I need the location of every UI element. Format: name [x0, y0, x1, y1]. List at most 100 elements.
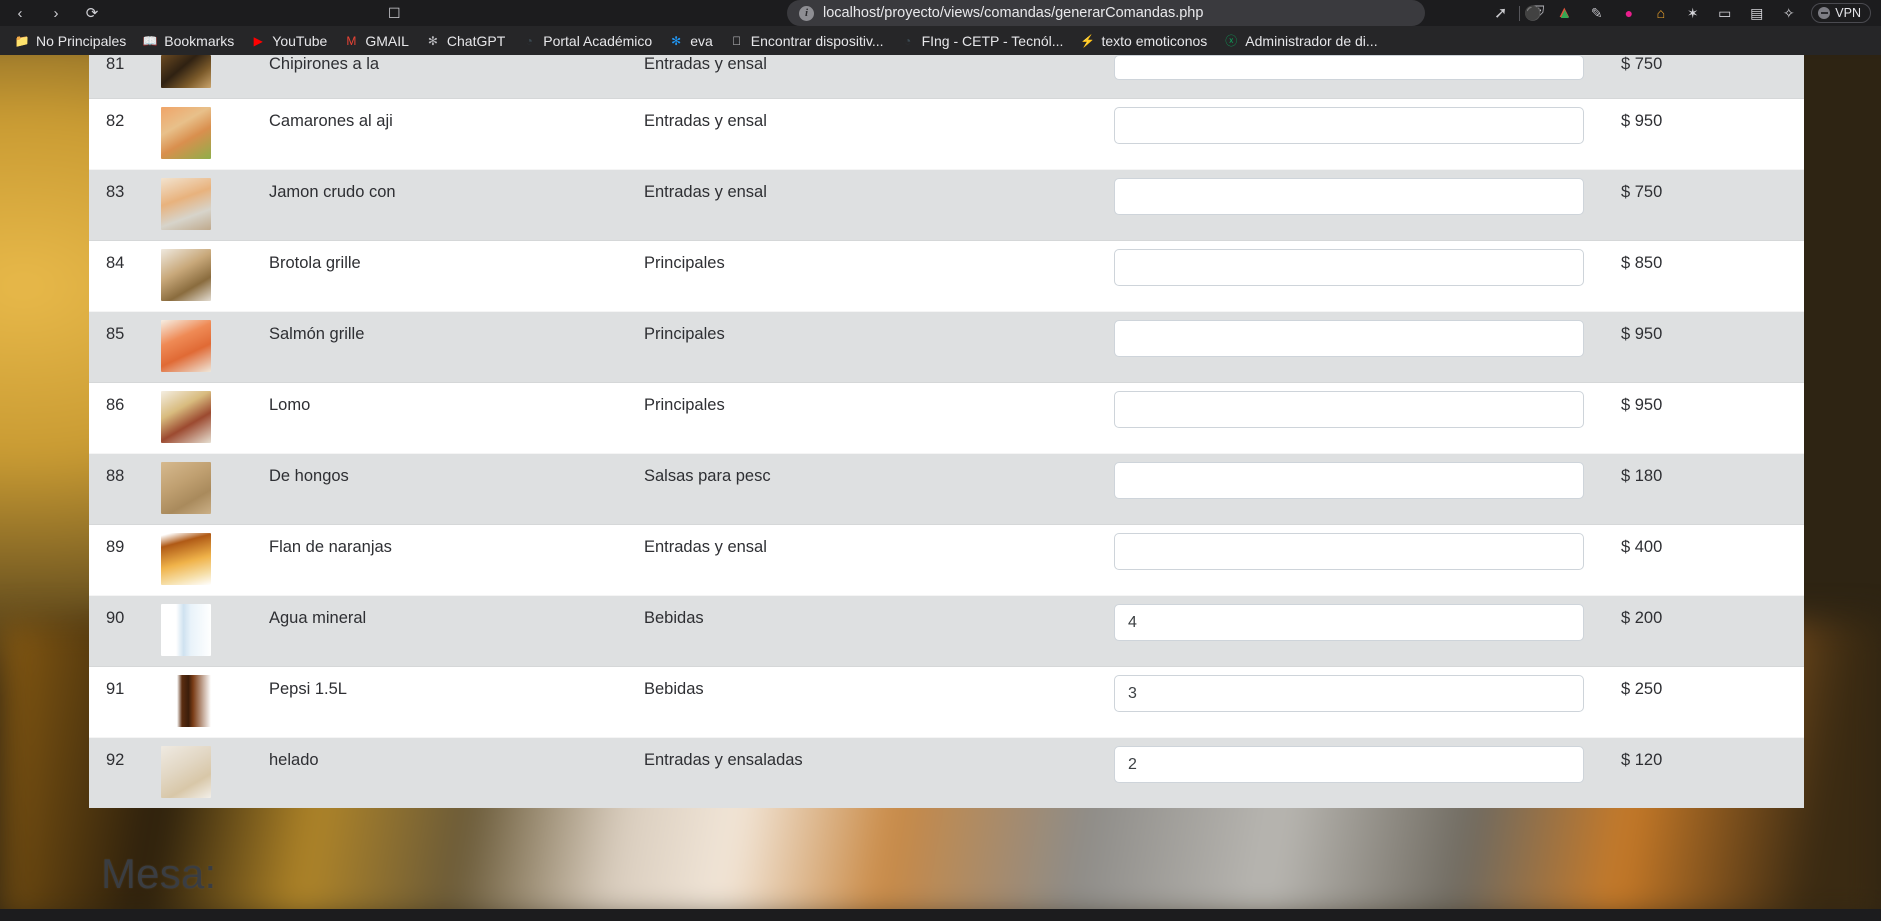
product-name-cell: Flan de naranjas [269, 524, 644, 596]
bookmark-item[interactable]:  Encontrar dispositiv... [723, 29, 894, 52]
product-id-cell: 88 [89, 453, 161, 525]
products-table-container: 81 Chipirones a la Entradas y ensal $ 750 82… [89, 55, 1804, 808]
product-thumbnail [161, 249, 211, 301]
products-table: 81 Chipirones a la Entradas y ensal $ 750 82… [89, 55, 1804, 808]
product-thumbnail [161, 746, 211, 798]
bookmark-favicon-icon: ◔ [525, 33, 533, 48]
bookmark-label: texto emoticonos [1101, 32, 1208, 49]
bookmark-item[interactable]: 📖 Bookmarks [136, 29, 244, 52]
product-image-cell [161, 169, 269, 241]
vpn-button[interactable]: VPN [1811, 3, 1871, 23]
product-thumbnail [161, 675, 211, 727]
product-image-cell [161, 311, 269, 383]
quantity-input[interactable] [1114, 533, 1584, 570]
bookmark-favicon-icon: M [346, 33, 357, 48]
product-category-cell: Entradas y ensal [644, 169, 1114, 241]
product-category-cell: Entradas y ensal [644, 55, 767, 73]
product-thumbnail [161, 533, 211, 585]
bookmark-item[interactable]: ✻ eva [662, 29, 723, 52]
product-name-cell: Chipirones a la [269, 55, 380, 73]
product-category-cell: Salsas para pesc [644, 453, 1114, 525]
adblock-icon[interactable]: ⚫ [1523, 4, 1542, 23]
vpn-status-icon [1818, 7, 1831, 19]
table-row: 81 Chipirones a la Entradas y ensal $ 750 [89, 55, 1804, 99]
product-image-cell [161, 666, 269, 738]
bookmark-icon[interactable]: ☐ [388, 5, 401, 22]
product-category-cell: Entradas y ensal [644, 524, 1114, 596]
bookmark-item[interactable]: M GMAIL [337, 29, 419, 52]
bookmark-item[interactable]: ⓧ Administrador de di... [1217, 29, 1387, 52]
reload-icon[interactable]: ⟳ [82, 3, 102, 23]
extension-gray-icon[interactable]: ✎ [1587, 4, 1606, 23]
product-name-cell: Jamon crudo con [269, 169, 644, 241]
quantity-input[interactable] [1114, 178, 1584, 215]
site-info-icon[interactable]: i [799, 5, 814, 21]
product-category-cell: Bebidas [644, 666, 1114, 738]
bookmark-item[interactable]: ◔ Portal Académico [515, 29, 662, 52]
product-thumbnail [161, 320, 211, 372]
bookmark-favicon-icon: ◔ [903, 33, 912, 48]
bookmark-item[interactable]: ◔ FIng - CETP - Tecnól... [894, 29, 1074, 52]
bookmark-favicon-icon: ⚡ [1079, 33, 1095, 48]
quantity-cell [1114, 524, 1604, 596]
address-bar[interactable]: i localhost/proyecto/views/comandas/gene… [787, 0, 1425, 26]
puzzle-extensions-icon[interactable]: ✶ [1683, 4, 1702, 23]
bookmark-item[interactable]: ▶ YouTube [244, 29, 337, 52]
product-price-cell: $ 200 [1604, 595, 1804, 667]
quantity-input[interactable] [1114, 391, 1584, 428]
product-name-cell: Pepsi 1.5L [269, 666, 644, 738]
bookmark-item[interactable]: ⚡ texto emoticonos [1073, 29, 1217, 52]
products-table-body: 81 Chipirones a la Entradas y ensal $ 750 82… [89, 55, 1804, 808]
quantity-cell [1114, 240, 1604, 312]
quantity-cell [1114, 666, 1604, 738]
product-thumbnail [161, 55, 211, 88]
bookmark-label: ChatGPT [446, 32, 506, 49]
quantity-input[interactable] [1114, 249, 1584, 286]
table-row: 92 heladoEntradas y ensaladas $ 120 [89, 737, 1804, 808]
forward-icon[interactable]: › [46, 3, 66, 23]
product-price-cell: $ 750 [1604, 169, 1804, 241]
product-image-cell [161, 55, 269, 99]
product-name-cell: Agua mineral [269, 595, 644, 667]
divider [1519, 5, 1521, 21]
navigation-controls: ‹ › ⟳ ☐ [0, 3, 401, 23]
sparkle-ai-icon[interactable]: ✧ [1779, 4, 1798, 23]
quantity-cell [1114, 311, 1604, 383]
quantity-cell [1114, 453, 1604, 525]
page-title: Mesa: [101, 850, 217, 897]
quantity-input[interactable] [1114, 746, 1584, 783]
product-price-cell: $ 250 [1604, 666, 1804, 738]
url-text: localhost/proyecto/views/comandas/genera… [823, 5, 1204, 21]
product-category-cell: Principales [644, 311, 1114, 383]
product-price-cell: $ 850 [1604, 240, 1804, 312]
google-drive-icon[interactable]: ▲ [1555, 4, 1574, 23]
product-category-cell: Bebidas [644, 595, 1114, 667]
product-id-cell: 92 [89, 737, 161, 808]
back-icon[interactable]: ‹ [10, 3, 30, 23]
bookmarks-bar: 📁 No Principales 📖 Bookmarks ▶ YouTube M GMAIL ✻… [0, 26, 1881, 55]
product-price-cell: $ 950 [1604, 311, 1804, 383]
quantity-cell [1114, 382, 1604, 454]
quantity-input[interactable] [1114, 675, 1584, 712]
table-row: 86 Lomo Principales $ 950 [89, 382, 1804, 454]
product-name-cell: helado [269, 737, 644, 808]
bookmark-label: eva [690, 32, 713, 49]
bookmark-item[interactable]: ✻ ChatGPT [419, 29, 515, 52]
table-row: 83 Jamon crudo con Entradas y ensal $ 750 [89, 169, 1804, 241]
quantity-cell [1114, 737, 1604, 808]
product-image-cell [161, 524, 269, 596]
quantity-input[interactable] [1114, 107, 1584, 144]
wallet-icon[interactable]: ▤ [1747, 4, 1766, 23]
share-icon[interactable]: ➚ [1494, 3, 1507, 23]
shopping-icon[interactable]: ⌂ [1651, 4, 1670, 23]
sidebar-icon[interactable]: ▭ [1715, 4, 1734, 23]
quantity-input[interactable] [1114, 604, 1584, 641]
quantity-input[interactable] [1114, 462, 1584, 499]
quantity-input[interactable] [1114, 55, 1584, 80]
bookmark-item[interactable]: 📁 No Principales [8, 29, 136, 52]
product-name-cell: Lomo [269, 382, 644, 454]
product-price-cell: $ 950 [1604, 98, 1804, 170]
color-picker-icon[interactable]: ● [1619, 4, 1638, 23]
quantity-input[interactable] [1114, 320, 1584, 357]
product-image-cell [161, 98, 269, 170]
